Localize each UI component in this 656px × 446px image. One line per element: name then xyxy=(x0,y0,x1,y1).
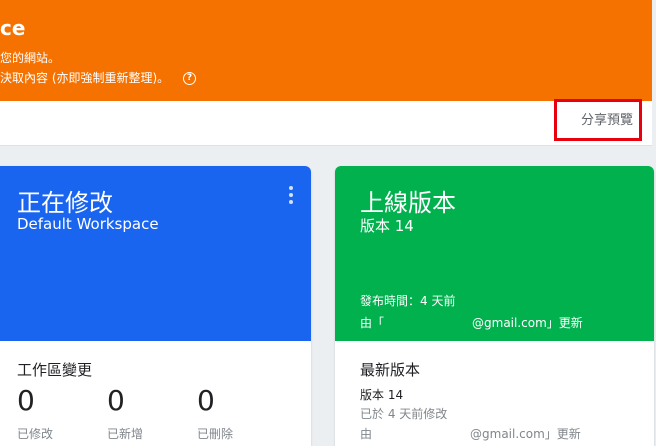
published-by: 由「 @gmail.com」更新 xyxy=(360,314,583,331)
current-workspace-card[interactable]: 正在修改 Default Workspace 工作區變更 0 0 0 已修改 已… xyxy=(0,166,311,446)
latest-version-number: 版本 14 xyxy=(360,388,404,402)
live-version-card[interactable]: 上線版本 版本 14 發布時間：4 天前 由「 @gmail.com」更新 最新版… xyxy=(335,166,654,446)
latest-modified-time: 已於 4 天前修改 xyxy=(360,407,448,421)
workspace-changes-title: 工作區變更 xyxy=(17,361,93,379)
banner-title: ce xyxy=(0,16,26,40)
live-card-header: 上線版本 版本 14 發布時間：4 天前 由「 @gmail.com」更新 xyxy=(335,166,654,341)
workspace-name: Default Workspace xyxy=(17,215,159,233)
live-version-number: 版本 14 xyxy=(360,217,414,235)
latest-version-title: 最新版本 xyxy=(360,361,421,379)
latest-by-prefix: 由 xyxy=(360,427,373,441)
modified-label: 已修改 xyxy=(17,427,54,441)
deleted-count: 0 xyxy=(197,384,215,417)
live-card-title: 上線版本 xyxy=(360,189,456,217)
added-label: 已新增 xyxy=(107,427,144,441)
published-by-prefix: 由「 xyxy=(360,316,385,330)
share-preview-button[interactable]: 分享預覽 xyxy=(554,99,642,141)
banner-message-line1: 您的網站。 xyxy=(0,51,61,65)
workspace-card-title: 正在修改 xyxy=(17,189,113,217)
help-circle-icon[interactable]: ? xyxy=(183,72,197,85)
published-by-suffix: @gmail.com」更新 xyxy=(472,316,583,330)
added-count: 0 xyxy=(107,384,125,417)
modified-count: 0 xyxy=(17,384,35,417)
workspace-card-header: 正在修改 Default Workspace xyxy=(0,166,311,341)
more-vertical-icon[interactable] xyxy=(289,186,293,207)
publish-time: 發布時間：4 天前 xyxy=(360,294,456,308)
notification-banner: ce 您的網站。 決取內容 (亦即強制重新整理)。 ? xyxy=(0,0,652,101)
banner-message-line2: 決取內容 (亦即強制重新整理)。 ? xyxy=(0,69,197,86)
banner-message-text: 決取內容 (亦即強制重新整理)。 xyxy=(0,71,170,85)
deleted-label: 已刪除 xyxy=(197,427,234,441)
latest-modified-by: 由 @gmail.com」更新 xyxy=(360,425,581,442)
latest-by-suffix: @gmail.com」更新 xyxy=(470,427,581,441)
